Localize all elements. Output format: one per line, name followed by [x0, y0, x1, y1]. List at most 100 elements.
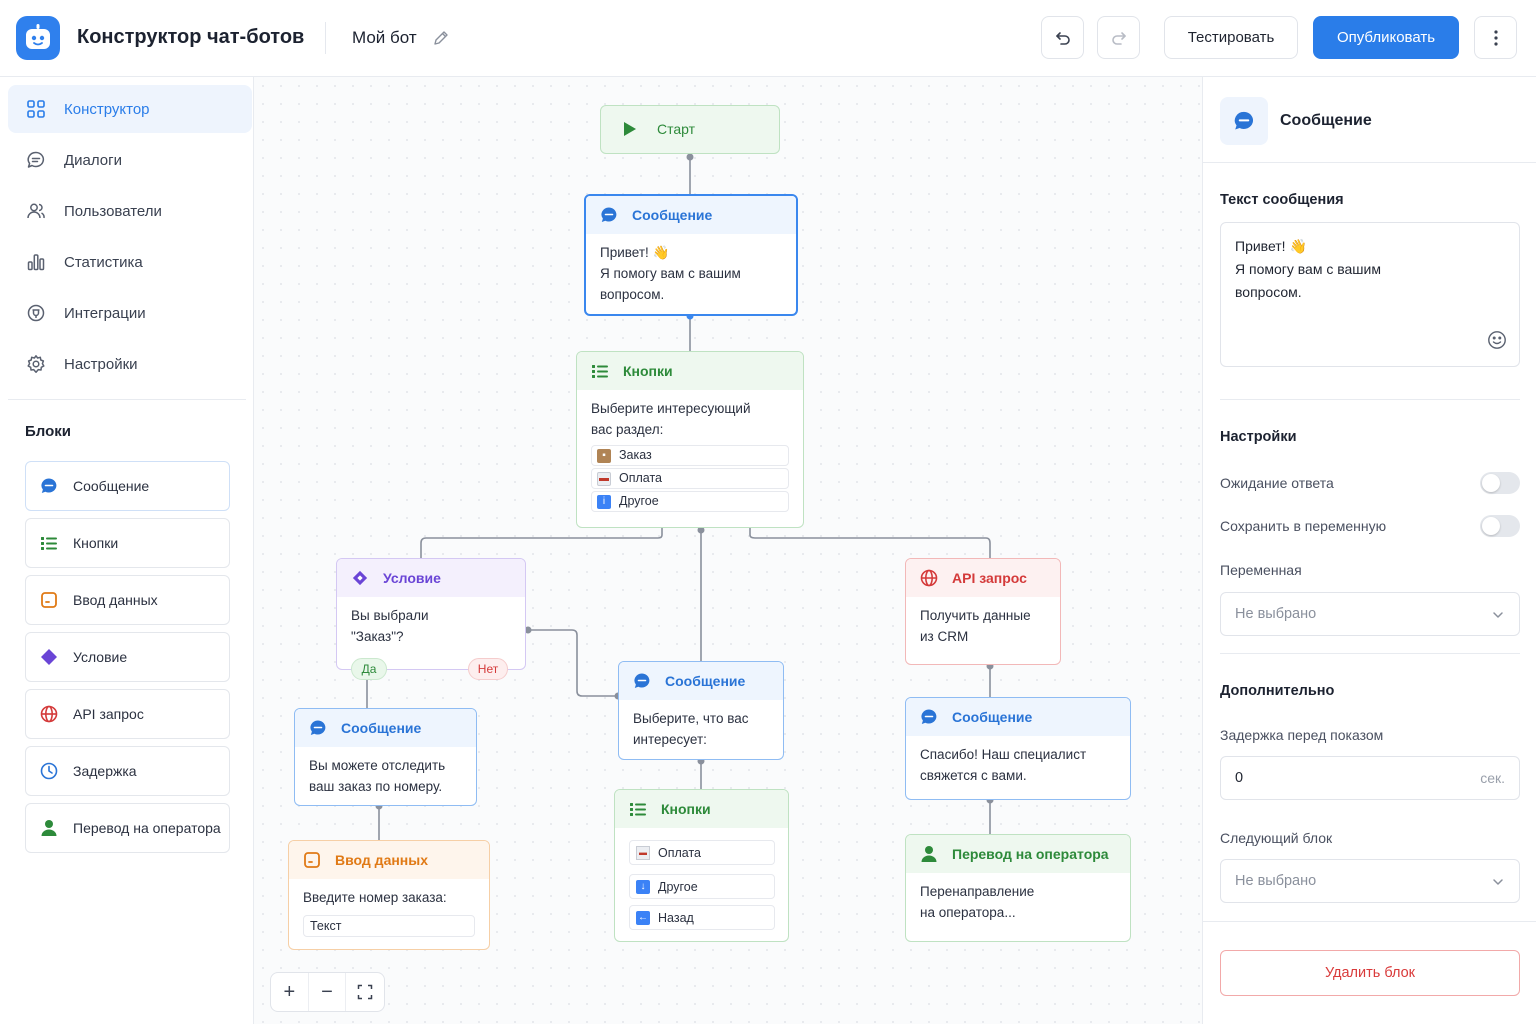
pencil-icon[interactable] — [432, 29, 450, 47]
flow-canvas[interactable]: Старт Сообщение Привет! 👋 Я помогу вам с… — [254, 77, 1202, 1024]
block-label: Задержка — [73, 763, 137, 779]
node-message-track[interactable]: Сообщение Вы можете отследить ваш заказ … — [294, 708, 477, 806]
node-text-line: Выберите, что вас — [633, 711, 749, 726]
list-icon — [40, 534, 58, 552]
delay-label: Задержка перед показом — [1220, 727, 1384, 743]
option-back[interactable]: ← Назад — [629, 905, 775, 930]
undo-button[interactable] — [1041, 16, 1084, 59]
redo-button[interactable] — [1097, 16, 1140, 59]
delay-input[interactable]: 0 сек. — [1220, 756, 1520, 800]
nav-label: Настройки — [64, 355, 138, 373]
chevron-down-icon — [1493, 879, 1503, 885]
node-operator-transfer[interactable]: Перевод на оператора Перенаправление на … — [905, 834, 1131, 942]
nav-item-integrations[interactable]: Интеграции — [8, 289, 252, 337]
next-block-select[interactable]: Не выбрано — [1220, 859, 1520, 903]
block-label: Перевод на оператора — [73, 820, 221, 836]
list-icon — [629, 800, 647, 818]
input-icon — [303, 851, 321, 869]
section-divider — [1220, 653, 1520, 654]
input-type-field[interactable]: Текст — [303, 915, 475, 937]
node-start[interactable]: Старт — [600, 105, 780, 154]
nav-item-users[interactable]: Пользователи — [8, 187, 252, 235]
node-title: API запрос — [952, 570, 1027, 586]
message-text-field[interactable]: Привет! 👋 Я помогу вам с вашим вопросом. — [1220, 222, 1520, 367]
node-text-line: на оператора... — [920, 905, 1016, 920]
node-message-greeting[interactable]: Сообщение Привет! 👋 Я помогу вам с вашим… — [584, 194, 798, 316]
block-operator[interactable]: Перевод на оператора — [25, 803, 230, 853]
option-payment[interactable]: ▬ Оплата — [629, 840, 775, 865]
nav-item-dialogs[interactable]: Диалоги — [8, 136, 252, 184]
node-condition[interactable]: Условие Вы выбрали "Заказ"? Да Нет — [336, 558, 526, 680]
more-menu-button[interactable] — [1474, 16, 1517, 59]
sidebar: Конструктор Диалоги Пользователи Статист… — [0, 77, 254, 1024]
down-arrow-icon: ↓ — [636, 879, 650, 894]
option-label: Оплата — [619, 471, 662, 485]
top-bar: Конструктор чат-ботов Мой бот Тестироват… — [0, 0, 1536, 77]
message-icon — [920, 708, 938, 726]
block-input[interactable]: Ввод данных — [25, 575, 230, 625]
branch-no-badge[interactable]: Нет — [468, 658, 508, 680]
node-text-line: ваш заказ по номеру. — [309, 779, 443, 794]
text-line: Привет! 👋 — [1235, 238, 1307, 254]
node-title: Сообщение — [341, 720, 422, 736]
option-label: Заказ — [619, 448, 652, 462]
node-message-choose[interactable]: Сообщение Выберите, что вас интересует: — [618, 661, 784, 760]
option-label: Другое — [658, 879, 698, 894]
section-divider — [1220, 399, 1520, 400]
block-condition[interactable]: Условие — [25, 632, 230, 682]
save-variable-toggle[interactable] — [1480, 515, 1520, 537]
bot-logo-icon — [16, 16, 60, 60]
bot-name[interactable]: Мой бот — [352, 28, 417, 48]
person-icon — [920, 845, 938, 863]
block-buttons[interactable]: Кнопки — [25, 518, 230, 568]
branch-yes-badge[interactable]: Да — [351, 658, 387, 680]
zoom-in-button[interactable]: + — [271, 973, 309, 1011]
option-payment[interactable]: ▬ Оплата — [591, 468, 789, 489]
header-divider — [325, 22, 326, 54]
undo-icon — [1055, 31, 1070, 45]
zoom-out-button[interactable]: − — [309, 973, 347, 1011]
block-message[interactable]: Сообщение — [25, 461, 230, 511]
publish-button[interactable]: Опубликовать — [1313, 16, 1459, 59]
delay-value: 0 — [1235, 770, 1244, 786]
block-api[interactable]: API запрос — [25, 689, 230, 739]
nav-label: Диалоги — [64, 151, 122, 169]
fit-view-button[interactable] — [346, 973, 384, 1011]
node-title: Кнопки — [623, 363, 673, 379]
blocks-title: Блоки — [25, 423, 72, 440]
app-title: Конструктор чат-ботов — [77, 26, 305, 48]
grid-icon — [24, 97, 48, 121]
block-label: API запрос — [73, 706, 144, 722]
node-text-line: Перенаправление — [920, 884, 1035, 899]
option-other[interactable]: i Другое — [591, 491, 789, 512]
wait-answer-toggle[interactable] — [1480, 472, 1520, 494]
message-icon — [633, 672, 651, 690]
emoji-icon[interactable] — [1487, 330, 1507, 350]
nav-item-settings[interactable]: Настройки — [8, 340, 252, 388]
node-buttons-menu[interactable]: Кнопки ▬ Оплата ↓ Другое ← Назад — [614, 789, 789, 942]
extra-title: Дополнительно — [1220, 683, 1335, 699]
node-api-request[interactable]: API запрос Получить данные из CRM — [905, 558, 1061, 665]
save-variable-label: Сохранить в переменную — [1220, 518, 1387, 534]
option-label: Другое — [619, 494, 659, 508]
test-button[interactable]: Тестировать — [1164, 16, 1298, 59]
bar-chart-icon — [24, 250, 48, 274]
properties-panel: Сообщение Текст сообщения Привет! 👋 Я по… — [1202, 77, 1536, 1024]
node-data-input[interactable]: Ввод данных Введите номер заказа: Текст — [288, 840, 490, 950]
nav-label: Пользователи — [64, 202, 162, 220]
option-label: Назад — [658, 910, 694, 925]
node-title: Ввод данных — [335, 852, 429, 868]
panel-divider — [1203, 921, 1536, 922]
node-buttons-sections[interactable]: Кнопки Выберите интересующий вас раздел:… — [576, 351, 804, 528]
node-title: Сообщение — [632, 207, 713, 223]
nav-item-statistics[interactable]: Статистика — [8, 238, 252, 286]
option-other[interactable]: ↓ Другое — [629, 874, 775, 899]
node-message-thanks[interactable]: Сообщение Спасибо! Наш специалист свяжет… — [905, 697, 1131, 800]
variable-select[interactable]: Не выбрано — [1220, 592, 1520, 636]
delete-block-button[interactable]: Удалить блок — [1220, 950, 1520, 996]
block-delay[interactable]: Задержка — [25, 746, 230, 796]
option-order[interactable]: ▪ Заказ — [591, 445, 789, 466]
nav-item-constructor[interactable]: Конструктор — [8, 85, 252, 133]
node-text-line: Выберите интересующий — [591, 401, 751, 416]
back-arrow-icon: ← — [636, 910, 650, 925]
